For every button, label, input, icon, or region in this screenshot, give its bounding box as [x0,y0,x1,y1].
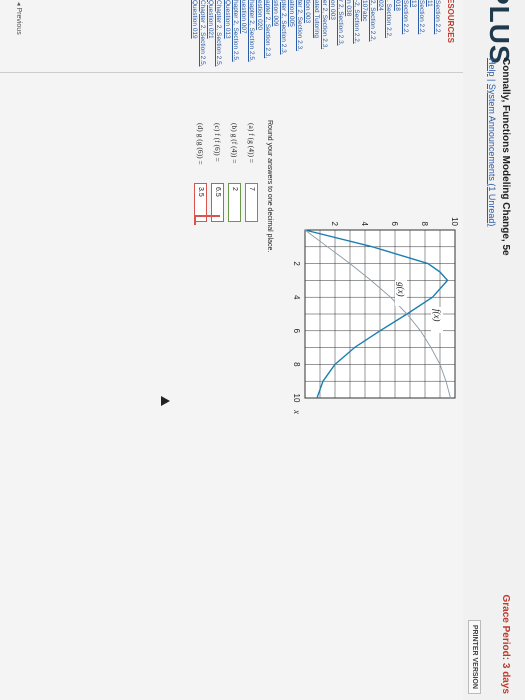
announcements-link[interactable]: System Announcements (1 Unread) [487,84,497,227]
sidebar-item[interactable]: ated Tutoring [312,0,320,72]
sidebar-item[interactable]: 024 [376,0,384,72]
part-b-label: (b) g (f (4)) = [230,123,239,164]
sidebar-item[interactable]: stion 009 [271,0,279,72]
sidebar-item[interactable]: 2, Section 2.2, [368,0,376,72]
sidebar-item[interactable]: Chapter 2, Section 2.5, [198,0,206,72]
y-tick-label: 2 [330,222,339,227]
part-d-label: (d) g (g (6)) = [196,123,205,165]
function-graph: 2 4 6 8 10 2 4 6 8 10 x f(x) g(x) [292,217,459,414]
part-c-label: (c) f (f (6)) = [213,123,222,162]
printer-version-button[interactable]: PRINTER VERSION [468,619,481,694]
y-tick-label: 8 [420,222,429,227]
sidebar-item[interactable]: Question 021 [206,0,214,72]
sidebar-item[interactable]: tion 003 [303,0,312,72]
x-tick-label: 6 [292,329,301,334]
sidebar-item[interactable]: pter 2, Section 2.3, [279,0,287,72]
x-axis-label: x [292,409,302,414]
help-link[interactable]: Help [487,58,497,77]
sidebar-item[interactable]: n 038 [344,0,352,72]
sidebar-item[interactable]: ter 2, Section 2.3, [295,0,303,72]
wileyplus-logo: PLUS [484,0,515,65]
sidebar-item[interactable]: hapter 2, Section 2.5, [231,0,239,72]
header-links: Help | System Announcements (1 Unread) [487,58,497,227]
sidebar-item[interactable]: hapter 2, Section 2.5, [247,0,255,72]
incorrect-bracket-foot [194,215,196,225]
instruction-text: Round your answers to one decimal place. [266,120,273,253]
mouse-cursor-icon [161,396,170,406]
sidebar-item[interactable]: Section 2.2, [417,0,425,72]
sidebar-item[interactable]: Question 019 [190,0,198,72]
grace-period: Grace Period: 3 days [500,594,511,695]
series-label: f(x) [432,309,442,322]
sidebar-item[interactable]: on 003 [328,0,336,72]
y-tick-label: 4 [360,222,369,227]
sidebar-item[interactable]: r 2, Section 2.3, [336,0,344,72]
sidebar-item[interactable]: er 2, Section 2.3, [320,0,328,72]
x-tick-label: 2 [292,261,301,266]
sidebar-item[interactable]: ation 005 [287,0,295,72]
sidebar-item[interactable]: 018 [392,0,401,72]
y-tick-label: 6 [390,222,399,227]
part-b-input[interactable]: 2 [228,183,241,222]
resources-title: ESOURCES [446,0,455,43]
part-a-input[interactable]: 7 [245,183,258,222]
course-title: Connally, Functions Modeling Change, 5e [500,58,511,256]
y-tick-label: 10 [450,217,459,226]
incorrect-bracket [194,215,220,217]
sidebar-item[interactable]: 107abc [360,0,368,72]
sidebar-item[interactable]: apter 2, Section 2.3, [263,0,271,72]
header: PLUS Connally, Functions Modeling Change… [463,0,525,700]
sidebar-item[interactable]: uestion 007 [239,0,247,72]
page: PLUS Connally, Functions Modeling Change… [0,0,525,700]
resources-sidebar: ESOURCES Section 2.2, 11 Section 2.2, 13 Sec… [0,0,463,73]
previous-link[interactable]: ◂ Previous [15,2,23,35]
part-a-label: (a) f (g (4)) = [247,123,256,164]
sidebar-item[interactable]: estion 020 [255,0,263,72]
question-content: 2 4 6 8 10 2 4 6 8 10 x f(x) g(x) Round your answers… [0,80,463,690]
sidebar-list: Section 2.2, 11 Section 2.2, 13 Section 2.2,… [190,0,441,72]
sidebar-item[interactable]: . Section 2.2, [384,0,392,72]
sidebar-item[interactable]: Section 2.2, [401,0,409,72]
sidebar-item[interactable]: 13 [409,0,417,72]
sidebar-item[interactable]: Section 2.2, [433,0,441,72]
x-tick-label: 10 [292,394,301,403]
sidebar-item[interactable]: Question 013 [222,0,231,72]
sidebar-item[interactable]: -2, Section 2.2, [352,0,360,72]
sidebar-item[interactable]: 11 [425,0,433,72]
sidebar-item[interactable]: Chapter 2, Section 2.5, [214,0,222,72]
x-tick-label: 8 [292,362,301,367]
series-label: g(x) [396,282,406,297]
x-tick-label: 4 [292,295,301,300]
